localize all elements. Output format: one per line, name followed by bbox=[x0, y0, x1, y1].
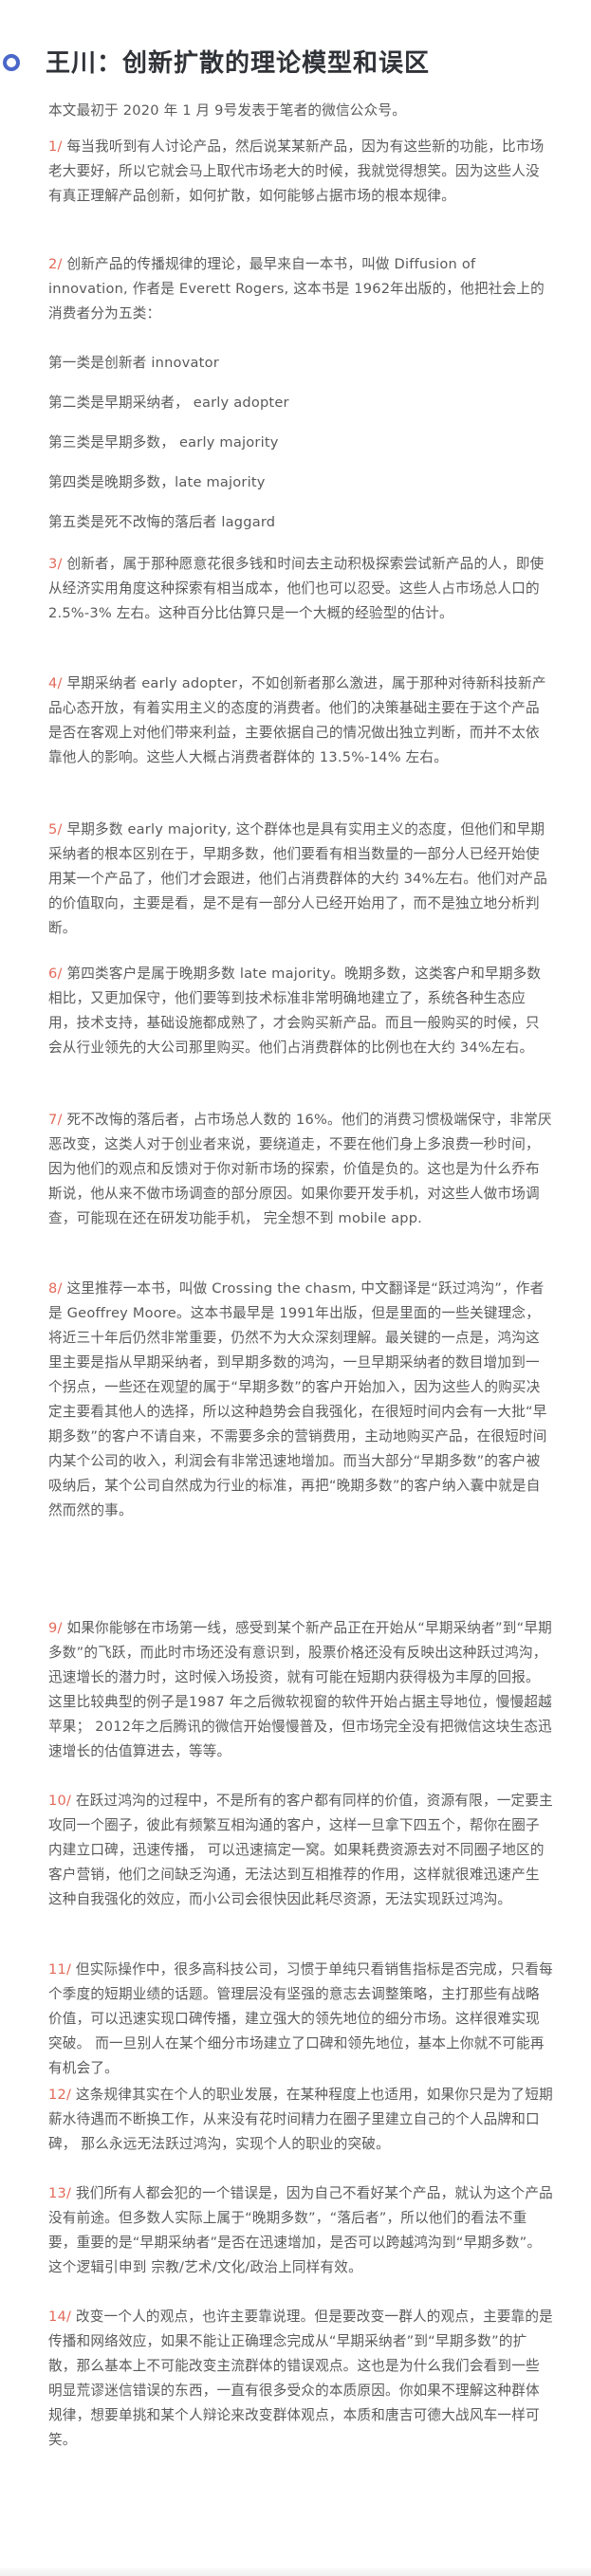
paragraph-number: 12/ bbox=[48, 2087, 72, 2103]
list-item: 第一类是创新者 innovator bbox=[48, 355, 219, 371]
paragraph-number: 13/ bbox=[48, 2185, 72, 2201]
paragraph-text: 改变一个人的观点，也许主要靠说理。但是要改变一群人的观点，主要靠的是传播和网络效… bbox=[48, 2309, 553, 2448]
paragraph-8: 8/ 这里推荐一本书，叫做 Crossing the chasm, 中文翻译是“… bbox=[48, 1277, 553, 1523]
paragraph-14: 14/ 改变一个人的观点，也许主要靠说理。但是要改变一群人的观点，主要靠的是传播… bbox=[48, 2305, 553, 2453]
paragraph-number: 3/ bbox=[48, 556, 63, 572]
paragraph-number: 4/ bbox=[48, 675, 63, 691]
paragraph-10: 10/ 在跃过鸿沟的过程中，不是所有的客户都有同样的价值，资源有限，一定要主攻同… bbox=[48, 1789, 553, 1912]
paragraph-12: 12/ 这条规律其实在个人的职业发展，在某种程度上也适用，如果你只是为了短期薪水… bbox=[48, 2083, 553, 2157]
paragraph-text: 这条规律其实在个人的职业发展，在某种程度上也适用，如果你只是为了短期薪水待遇而不… bbox=[48, 2087, 553, 2152]
list-item: 第三类是早期多数， early majority bbox=[48, 434, 279, 451]
paragraph-text: 每当我听到有人讨论产品，然后说某某新产品，因为有这些新的功能，比市场老大要好，所… bbox=[48, 138, 545, 204]
paragraph-number: 11/ bbox=[48, 1961, 72, 1978]
paragraph-text: 如果你能够在市场第一线，感受到某个新产品正在开始从“早期采纳者”到“早期多数”的… bbox=[48, 1620, 552, 1759]
paragraph-text: 但实际操作中，很多高科技公司，习惯于单纯只看销售指标是否完成，只看每个季度的短期… bbox=[48, 1961, 553, 2076]
paragraph-5: 5/ 早期多数 early majority, 这个群体也是具有实用主义的态度，… bbox=[48, 818, 553, 941]
paragraph-text: 这里推荐一本书，叫做 Crossing the chasm, 中文翻译是“跃过鸿… bbox=[48, 1280, 547, 1518]
title-row: 王川：创新扩散的理论模型和误区 bbox=[0, 44, 591, 82]
circle-bullet-icon bbox=[3, 54, 20, 71]
paragraph-text: 创新产品的传播规律的理论，最早来自一本书，叫做 Diffusion of inn… bbox=[48, 256, 545, 322]
page-bottom-edge bbox=[0, 2568, 591, 2576]
paragraph-9: 9/ 如果你能够在市场第一线，感受到某个新产品正在开始从“早期采纳者”到“早期多… bbox=[48, 1616, 553, 1764]
paragraph-number: 6/ bbox=[48, 966, 63, 982]
list-item: 第四类是晚期多数，late majority bbox=[48, 474, 266, 490]
paragraph-2: 2/ 创新产品的传播规律的理论，最早来自一本书，叫做 Diffusion of … bbox=[48, 252, 553, 326]
paragraph-text: 早期采纳者 early adopter，不如创新者那么激进，属于那种对待新科技新… bbox=[48, 675, 546, 765]
paragraph-number: 10/ bbox=[48, 1793, 72, 1809]
paragraph-4: 4/ 早期采纳者 early adopter，不如创新者那么激进，属于那种对待新… bbox=[48, 672, 553, 770]
paragraph-3: 3/ 创新者，属于那种愿意花很多钱和时间去主动积极探索尝试新产品的人，即使从经济… bbox=[48, 552, 553, 626]
paragraph-13: 13/ 我们所有人都会犯的一个错误是，因为自己不看好某个产品，就认为这个产品没有… bbox=[48, 2181, 553, 2280]
paragraph-number: 2/ bbox=[48, 256, 63, 272]
page-title: 王川：创新扩散的理论模型和误区 bbox=[46, 49, 431, 78]
paragraph-text: 在跃过鸿沟的过程中，不是所有的客户都有同样的价值，资源有限，一定要主攻同一个圈子… bbox=[48, 1793, 553, 1907]
paragraph-11: 11/ 但实际操作中，很多高科技公司，习惯于单纯只看销售指标是否完成，只看每个季… bbox=[48, 1958, 553, 2081]
paragraph-text: 早期多数 early majority, 这个群体也是具有实用主义的态度，但他们… bbox=[48, 821, 548, 936]
paragraph-text: 死不改悔的落后者，占市场总人数的 16%。他们的消费习惯极端保守，非常厌恶改变，… bbox=[48, 1112, 552, 1226]
paragraph-text: 第四类客户是属于晚期多数 late majority。晚期多数，这类客户和早期多… bbox=[48, 966, 542, 1056]
paragraph-text: 创新者，属于那种愿意花很多钱和时间去主动积极探索尝试新产品的人，即使从经济实用角… bbox=[48, 556, 545, 621]
paragraph-number: 8/ bbox=[48, 1280, 63, 1297]
paragraph-7: 7/ 死不改悔的落后者，占市场总人数的 16%。他们的消费习惯极端保守，非常厌恶… bbox=[48, 1108, 553, 1231]
paragraph-number: 14/ bbox=[48, 2309, 72, 2325]
list-item: 第二类是早期采纳者， early adopter bbox=[48, 395, 289, 411]
intro-text: 本文最初于 2020 年 1 月 9号发表于笔者的微信公众号。 bbox=[48, 102, 406, 119]
paragraph-number: 1/ bbox=[48, 138, 63, 155]
paragraph-1: 1/ 每当我听到有人讨论产品，然后说某某新产品，因为有这些新的功能，比市场老大要… bbox=[48, 135, 553, 209]
paragraph-number: 9/ bbox=[48, 1620, 63, 1636]
paragraph-6: 6/ 第四类客户是属于晚期多数 late majority。晚期多数，这类客户和… bbox=[48, 962, 553, 1060]
list-item: 第五类是死不改悔的落后者 laggard bbox=[48, 514, 276, 530]
paragraph-text: 我们所有人都会犯的一个错误是，因为自己不看好某个产品，就认为这个产品没有前途。但… bbox=[48, 2185, 553, 2275]
paragraph-number: 5/ bbox=[48, 821, 63, 837]
paragraph-number: 7/ bbox=[48, 1112, 63, 1128]
